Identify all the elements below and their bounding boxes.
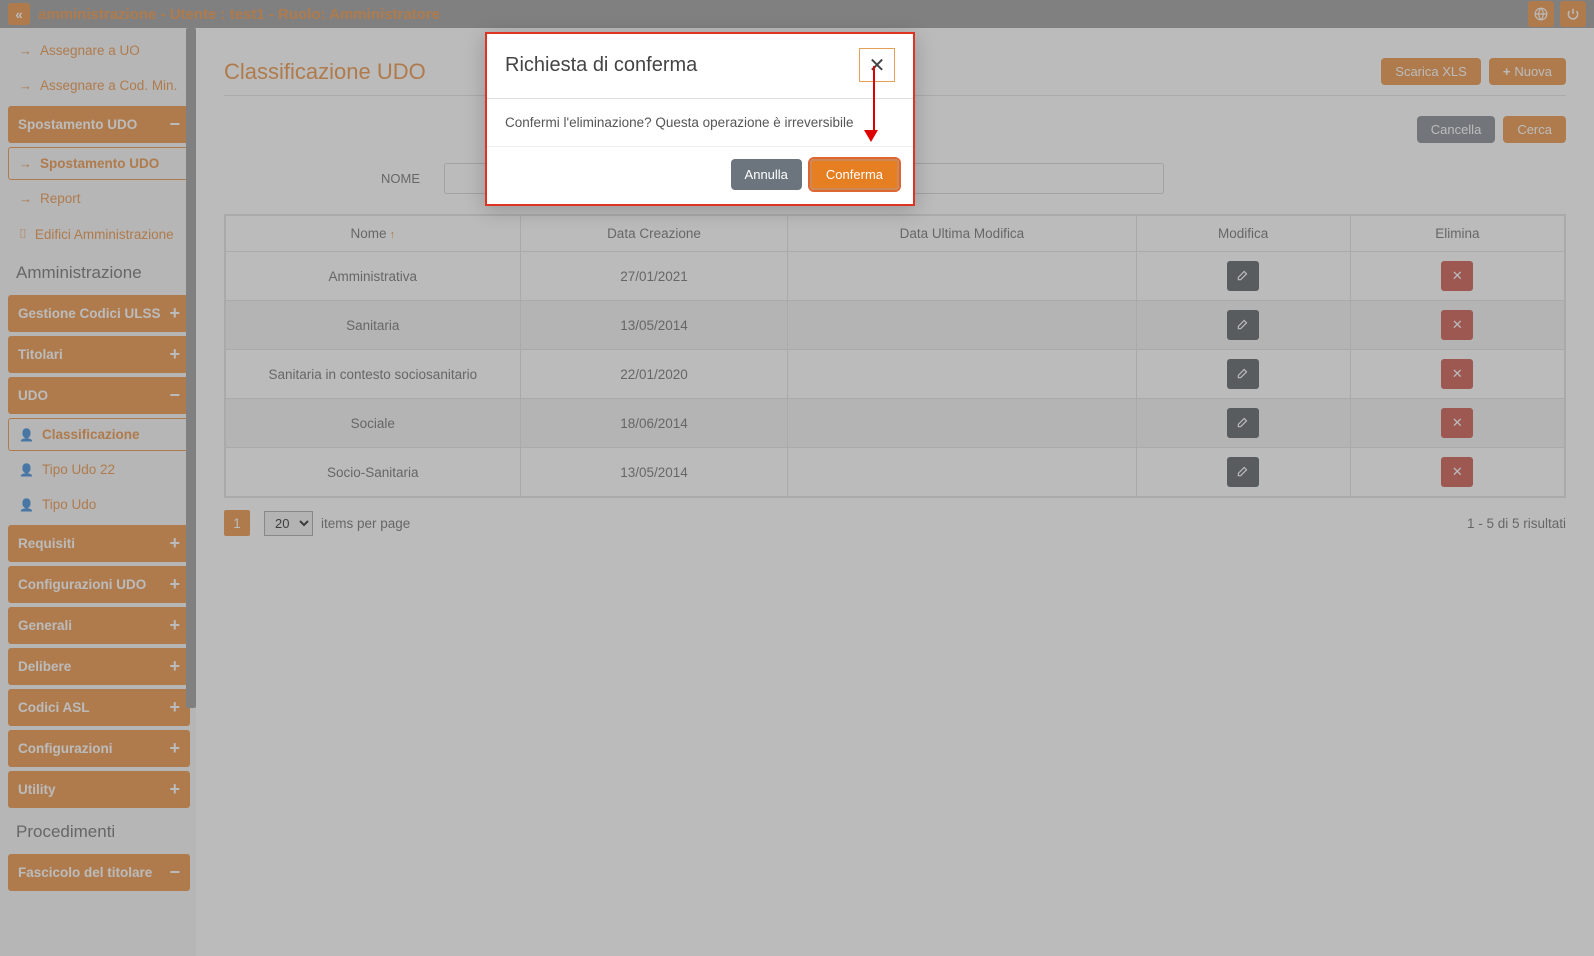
modal-body: Confermi l'eliminazione? Questa operazio… [487,99,913,146]
close-button[interactable]: ✕ [859,48,895,82]
close-icon: ✕ [869,53,886,78]
confirm-dialog: Richiesta di conferma ✕ Confermi l'elimi… [485,32,915,206]
annulla-button[interactable]: Annulla [731,159,802,190]
modal-title: Richiesta di conferma [505,54,859,77]
conferma-button[interactable]: Conferma [810,159,899,190]
